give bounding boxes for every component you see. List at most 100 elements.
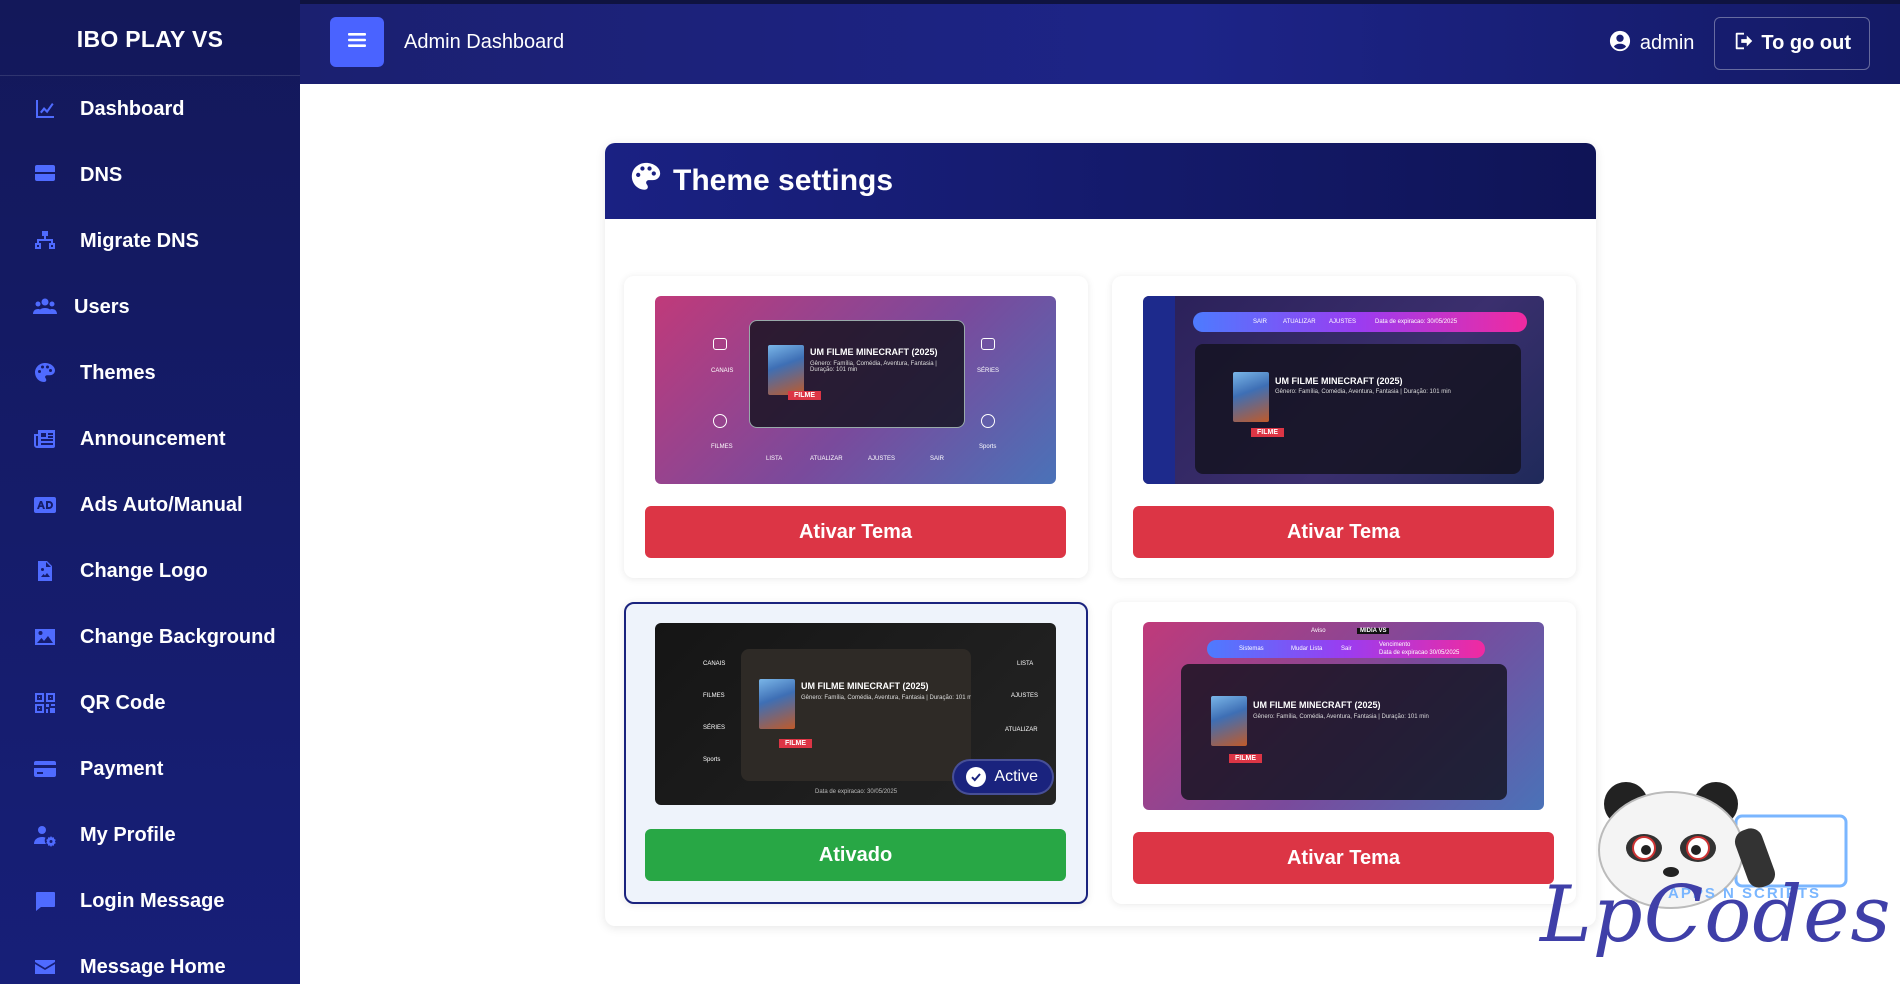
theme-card-4: Aviso MIDIA VS Sistemas Mudar Lista Sair… bbox=[1112, 602, 1576, 904]
preview-label: ATUALIZAR bbox=[1005, 727, 1038, 733]
sidebar-item-login-message[interactable]: Login Message bbox=[0, 868, 300, 934]
preview-label: LISTA bbox=[766, 456, 783, 462]
preview-label: Aviso bbox=[1311, 628, 1326, 634]
topbar-actions: admin To go out bbox=[1609, 17, 1870, 70]
movie-tag: FILME bbox=[779, 739, 812, 748]
logout-button[interactable]: To go out bbox=[1714, 17, 1870, 70]
newspaper-icon bbox=[32, 426, 58, 452]
movie-title: UM FILME MINECRAFT (2025) bbox=[1253, 700, 1381, 710]
theme-preview-4[interactable]: Aviso MIDIA VS Sistemas Mudar Lista Sair… bbox=[1143, 622, 1544, 810]
preview-label: SÉRIES bbox=[977, 368, 1000, 374]
preview-label: AJUSTES bbox=[1011, 693, 1039, 699]
preview-side-rail bbox=[1143, 296, 1175, 484]
user-cog-icon bbox=[32, 822, 58, 848]
clapper-icon bbox=[981, 338, 995, 350]
preview-label: CANAIS bbox=[711, 368, 734, 374]
movie-title: UM FILME MINECRAFT (2025) bbox=[810, 347, 938, 357]
sidebar-item-label: QR Code bbox=[80, 691, 166, 714]
sidebar-item-label: Change Background bbox=[80, 625, 276, 648]
preview-label: ATUALIZAR bbox=[1283, 319, 1316, 325]
preview-label: CANAIS bbox=[703, 661, 726, 667]
ad-icon bbox=[32, 492, 58, 518]
sidebar-item-themes[interactable]: Themes bbox=[0, 340, 300, 406]
top-bar: Admin Dashboard admin To go out bbox=[300, 0, 1900, 84]
preview-label: FILMES bbox=[703, 693, 725, 699]
preview-label: SAIR bbox=[930, 456, 945, 462]
check-circle-icon bbox=[966, 767, 987, 787]
sidebar-item-label: Themes bbox=[80, 361, 156, 384]
movie-meta: Gênero: Família, Comédia, Aventura, Fant… bbox=[1253, 714, 1429, 720]
movie-meta: Gênero: Família, Comédia, Aventura, Fant… bbox=[801, 695, 971, 701]
sidebar: IBO PLAY VS Dashboard DNS Migrate DNS Us… bbox=[0, 0, 300, 984]
theme-preview-2[interactable]: SAIR ATUALIZAR AJUSTES Data de expiracao… bbox=[1143, 296, 1544, 484]
preview-label: Sair bbox=[1341, 646, 1352, 652]
users-icon bbox=[32, 294, 58, 320]
preview-label: Sports bbox=[703, 757, 721, 763]
sidebar-item-my-profile[interactable]: My Profile bbox=[0, 802, 300, 868]
sidebar-item-payment[interactable]: Payment bbox=[0, 736, 300, 802]
preview-label: SAIR bbox=[1253, 319, 1268, 325]
menu-toggle-button[interactable] bbox=[330, 17, 384, 67]
user-circle-icon bbox=[1609, 30, 1640, 58]
sidebar-item-label: Message Home bbox=[80, 955, 226, 978]
movie-tag: FILME bbox=[1251, 428, 1284, 437]
activate-theme-button-4[interactable]: Ativar Tema bbox=[1133, 832, 1554, 884]
logout-label: To go out bbox=[1761, 32, 1851, 54]
sidebar-item-users[interactable]: Users bbox=[0, 274, 300, 340]
envelope-icon bbox=[32, 954, 58, 980]
movie-tag: FILME bbox=[1229, 754, 1262, 763]
sidebar-item-ads[interactable]: Ads Auto/Manual bbox=[0, 472, 300, 538]
qrcode-icon bbox=[32, 690, 58, 716]
sidebar-item-label: Change Logo bbox=[80, 559, 208, 582]
palette-icon bbox=[629, 160, 673, 202]
panel-title: Theme settings bbox=[673, 164, 894, 197]
watermark-text: LpCodes bbox=[1540, 870, 1892, 960]
sidebar-item-label: Announcement bbox=[80, 427, 226, 450]
sidebar-item-change-background[interactable]: Change Background bbox=[0, 604, 300, 670]
preview-label: AJUSTES bbox=[868, 456, 896, 462]
theme-card-3: UM FILME MINECRAFT (2025) Gênero: Famíli… bbox=[624, 602, 1088, 904]
preview-label: Data de expiracao: 30/05/2025 bbox=[815, 789, 898, 795]
panel-header: Theme settings bbox=[605, 143, 1596, 219]
image-icon bbox=[32, 624, 58, 650]
activate-theme-button-2[interactable]: Ativar Tema bbox=[1133, 506, 1554, 558]
credit-card-icon bbox=[32, 756, 58, 782]
sidebar-item-announcement[interactable]: Announcement bbox=[0, 406, 300, 472]
preview-label: FILMES bbox=[711, 444, 733, 450]
preview-label: Mudar Lista bbox=[1291, 646, 1323, 652]
preview-label: AJUSTES bbox=[1329, 319, 1357, 325]
chart-line-icon bbox=[32, 96, 58, 122]
user-menu[interactable]: admin bbox=[1609, 30, 1694, 58]
preview-label: Sports bbox=[979, 444, 997, 450]
theme-card-2: SAIR ATUALIZAR AJUSTES Data de expiracao… bbox=[1112, 276, 1576, 578]
sidebar-item-message-home[interactable]: Message Home bbox=[0, 934, 300, 984]
movie-tag: FILME bbox=[788, 391, 821, 400]
movie-meta: Gênero: Família, Comédia, Aventura, Fant… bbox=[1275, 389, 1451, 395]
comment-icon bbox=[32, 888, 58, 914]
sidebar-item-label: DNS bbox=[80, 163, 123, 186]
theme-preview-1[interactable]: UM FILME MINECRAFT (2025) Gênero: Famíli… bbox=[655, 296, 1056, 484]
sitemap-icon bbox=[32, 228, 58, 254]
sidebar-item-qr-code[interactable]: QR Code bbox=[0, 670, 300, 736]
active-badge: Active bbox=[952, 759, 1054, 795]
tv-icon bbox=[713, 338, 727, 350]
preview-label: ATUALIZAR bbox=[810, 456, 843, 462]
activated-theme-button-3[interactable]: Ativado bbox=[645, 829, 1066, 881]
preview-label: Data de expiracao: 30/05/2025 bbox=[1375, 319, 1458, 325]
sidebar-item-label: Dashboard bbox=[80, 97, 185, 120]
preview-label: MIDIA VS bbox=[1357, 628, 1390, 634]
ball-icon bbox=[981, 414, 995, 428]
hamburger-icon bbox=[348, 32, 366, 53]
sidebar-item-label: Payment bbox=[80, 757, 164, 780]
sign-out-icon bbox=[1733, 30, 1761, 58]
movie-meta: Gênero: Família, Comédia, Aventura, Fant… bbox=[810, 361, 937, 373]
sidebar-item-change-logo[interactable]: Change Logo bbox=[0, 538, 300, 604]
sidebar-item-label: Migrate DNS bbox=[80, 229, 199, 252]
sidebar-item-dashboard[interactable]: Dashboard bbox=[0, 76, 300, 142]
preview-label: Vencimento bbox=[1379, 642, 1411, 648]
sidebar-item-dns[interactable]: DNS bbox=[0, 142, 300, 208]
palette-icon bbox=[32, 360, 58, 386]
theme-preview-3[interactable]: UM FILME MINECRAFT (2025) Gênero: Famíli… bbox=[655, 623, 1056, 805]
sidebar-item-migrate-dns[interactable]: Migrate DNS bbox=[0, 208, 300, 274]
activate-theme-button-1[interactable]: Ativar Tema bbox=[645, 506, 1066, 558]
